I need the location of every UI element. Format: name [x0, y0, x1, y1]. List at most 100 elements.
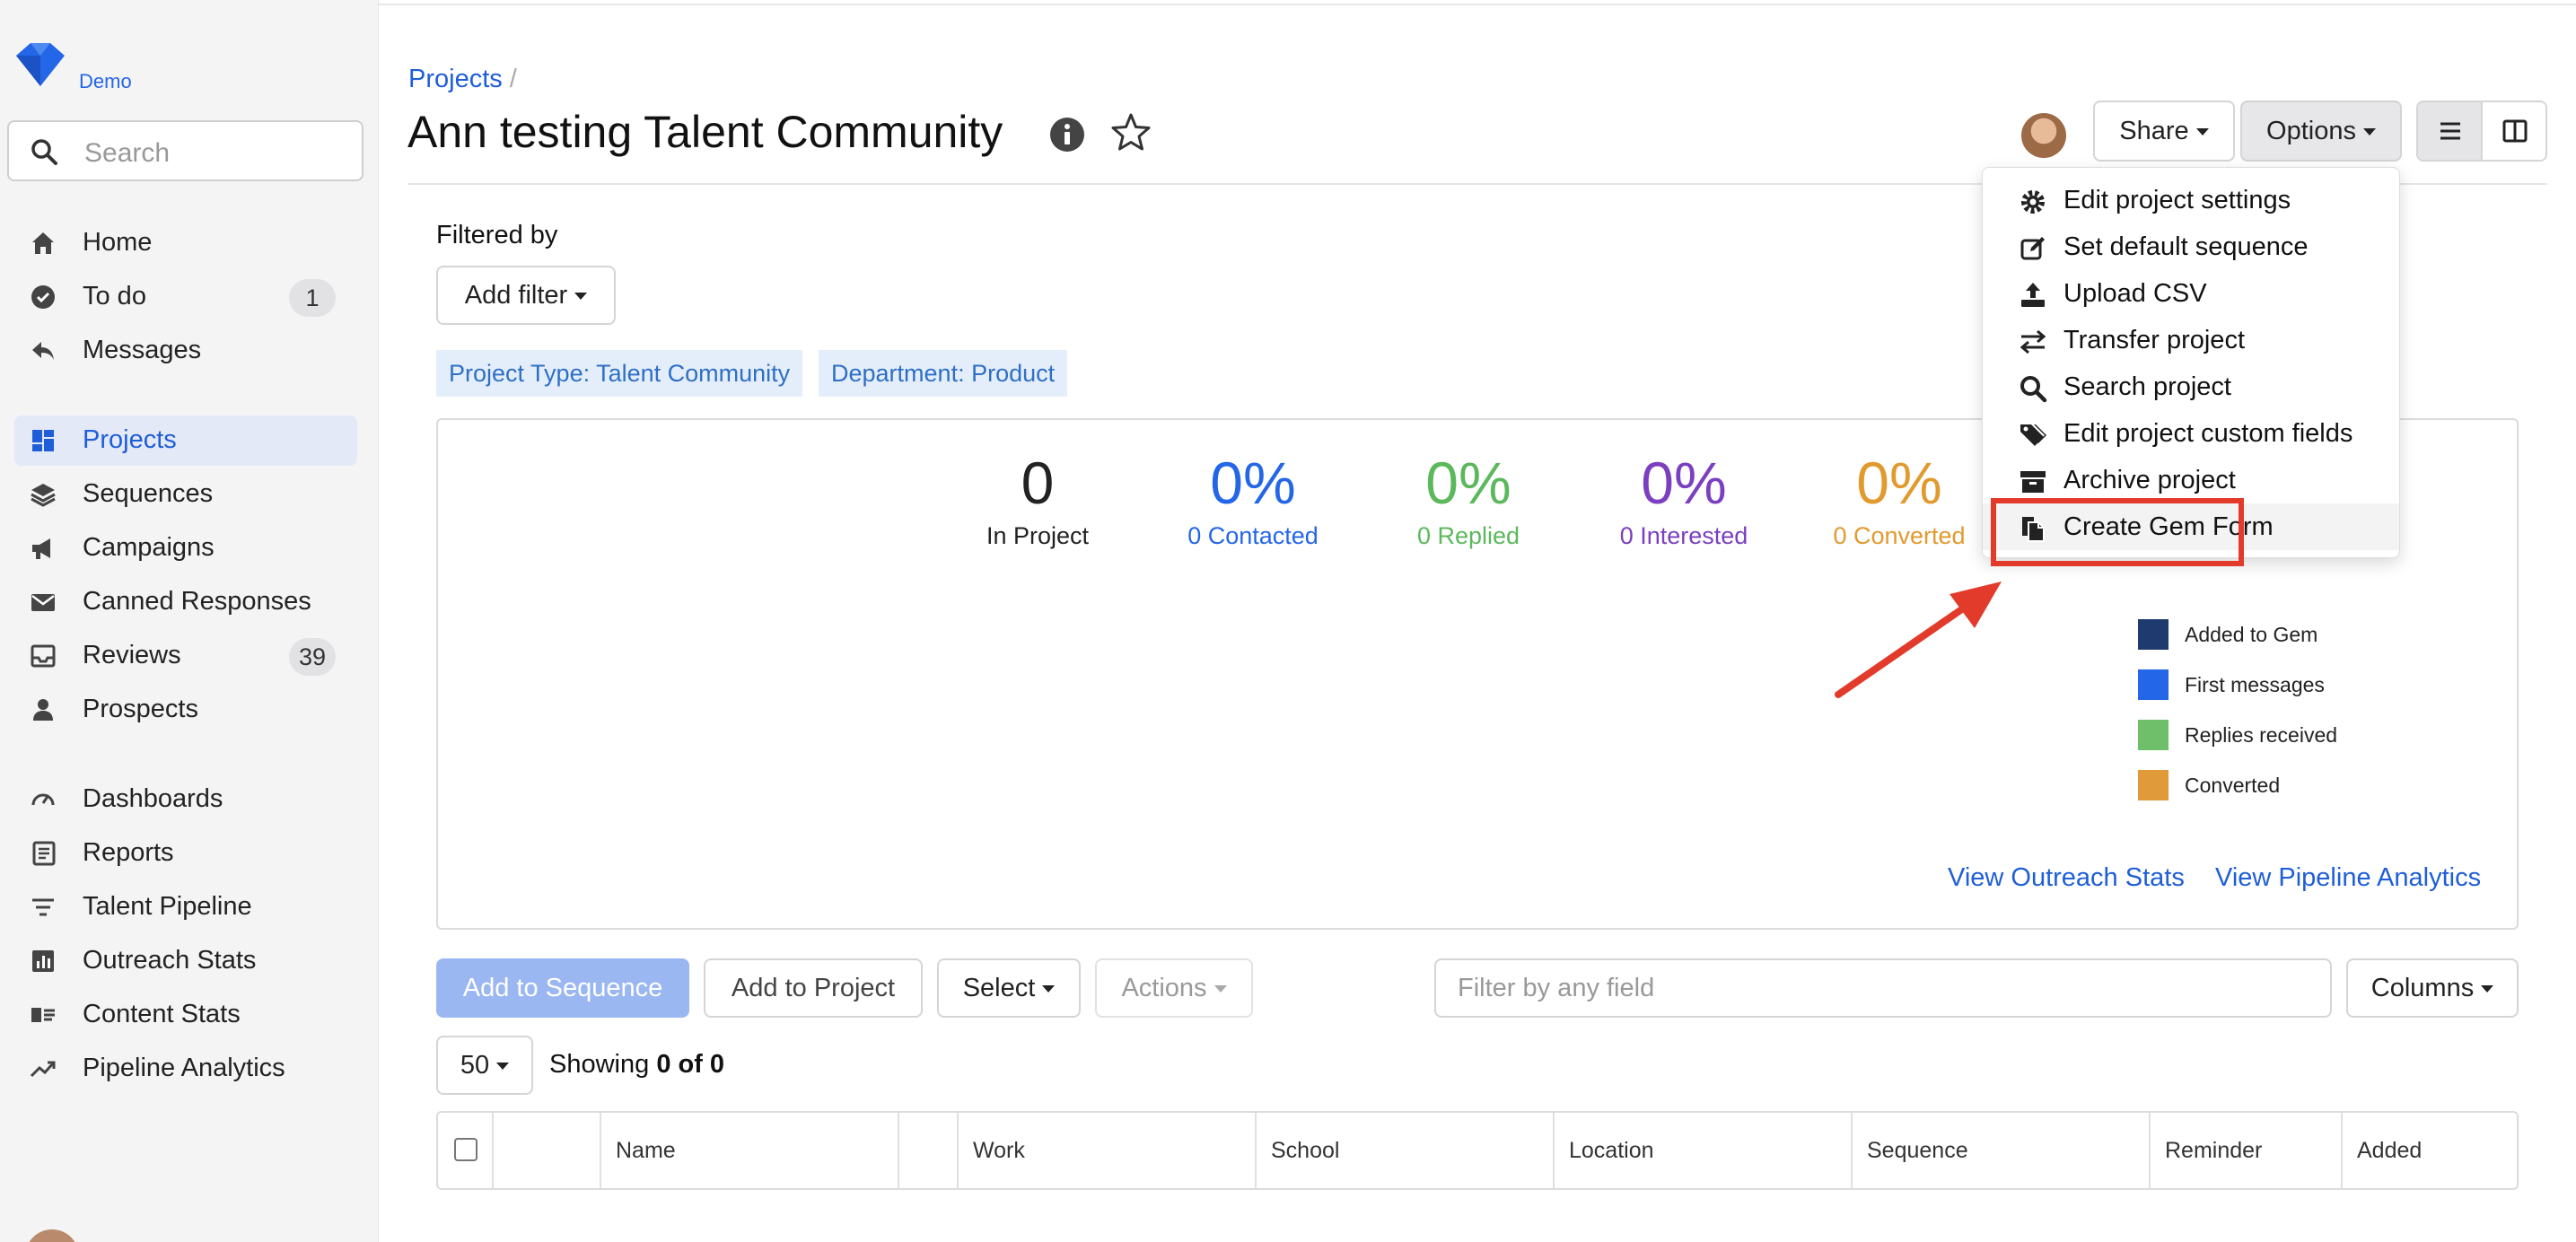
sidebar-item-canned-responses[interactable]: Canned Responses [14, 577, 357, 627]
sidebar: Demo Search Home To do 1 Messages Projec… [0, 0, 379, 1242]
options-button[interactable]: Options [2240, 101, 2402, 162]
breadcrumb-projects-link[interactable]: Projects [408, 65, 503, 93]
view-toggle [2416, 101, 2547, 162]
sidebar-item-outreach-stats[interactable]: Outreach Stats [14, 936, 357, 986]
sidebar-item-label: Reports [83, 838, 174, 867]
sidebar-item-pipeline-analytics[interactable]: Pipeline Analytics [14, 1044, 357, 1094]
sidebar-item-home[interactable]: Home [14, 218, 357, 268]
actions-label: Actions [1121, 974, 1207, 1002]
star-icon[interactable] [1109, 111, 1152, 154]
menu-item-edit-project-settings[interactable]: Edit project settings [1983, 177, 2399, 223]
sidebar-item-label: Messages [83, 336, 202, 364]
column-header-name[interactable]: Name [601, 1113, 899, 1188]
legend-label: Added to Gem [2185, 623, 2318, 646]
sidebar-item-content-stats[interactable]: Content Stats [14, 990, 357, 1040]
stat-replied[interactable]: 0% 0 Replied [1388, 447, 1549, 550]
column-header-reminder[interactable]: Reminder [2151, 1113, 2343, 1188]
showing-range: 0 of 0 [656, 1050, 725, 1079]
menu-item-set-default-sequence[interactable]: Set default sequence [1983, 223, 2399, 270]
menu-item-label: Archive project [2063, 466, 2236, 494]
column-header-work[interactable]: Work [959, 1113, 1257, 1188]
stat-label: 0 Interested [1619, 522, 1748, 549]
filter-tag-department[interactable]: Department: Product [819, 350, 1068, 397]
sidebar-item-projects[interactable]: Projects [14, 415, 357, 466]
funnel-icon [32, 898, 54, 916]
add-filter-button[interactable]: Add filter [436, 266, 616, 325]
archive-icon [2020, 471, 2046, 493]
sidebar-item-reports[interactable]: Reports [14, 828, 357, 879]
columns-button[interactable]: Columns [2346, 958, 2519, 1018]
chevron-down-icon [2195, 128, 2209, 136]
sidebar-item-label: Outreach Stats [83, 946, 257, 975]
sidebar-item-label: Home [83, 228, 153, 257]
stat-value: 0% [1641, 450, 1727, 516]
stat-label: 0 Converted [1833, 522, 1966, 549]
filter-any-field-input[interactable] [1434, 958, 2332, 1018]
actions-button[interactable]: Actions [1095, 958, 1253, 1018]
user-avatar[interactable] [25, 1229, 79, 1242]
breadcrumb-separator: / [509, 65, 517, 93]
gauge-icon [31, 793, 55, 806]
search-icon [2020, 376, 2047, 403]
column-header-sequence[interactable]: Sequence [1853, 1113, 2151, 1188]
page-size-select[interactable]: 50 [436, 1036, 533, 1095]
menu-item-label: Search project [2063, 372, 2231, 401]
org-label[interactable]: Demo [79, 70, 132, 93]
sidebar-item-label: Projects [83, 425, 177, 454]
sidebar-item-label: Prospects [83, 695, 198, 723]
view-outreach-stats-link[interactable]: View Outreach Stats [1948, 863, 2185, 893]
menu-item-transfer-project[interactable]: Transfer project [1983, 317, 2399, 363]
sidebar-item-dashboards[interactable]: Dashboards [14, 774, 357, 825]
filtered-by-label: Filtered by [436, 221, 558, 249]
view-pipeline-analytics-link[interactable]: View Pipeline Analytics [2215, 863, 2481, 893]
sidebar-item-label: Reviews [83, 641, 181, 669]
select-button[interactable]: Select [937, 958, 1081, 1018]
list-view-button[interactable] [2418, 102, 2483, 160]
chevron-down-icon [2481, 985, 2494, 993]
megaphone-icon [32, 538, 50, 559]
project-owner-avatar[interactable] [2021, 113, 2066, 158]
home-icon [32, 232, 54, 254]
menu-item-search-project[interactable]: Search project [1983, 363, 2399, 410]
sidebar-search[interactable]: Search [7, 120, 364, 181]
sidebar-item-messages[interactable]: Messages [14, 326, 357, 376]
sidebar-item-label: Sequences [83, 479, 214, 508]
add-to-sequence-button[interactable]: Add to Sequence [436, 958, 689, 1018]
top-border [0, 0, 2576, 5]
column-header-location[interactable]: Location [1555, 1113, 1853, 1188]
column-header-school[interactable]: School [1257, 1113, 1555, 1188]
sidebar-item-prospects[interactable]: Prospects [14, 685, 357, 735]
sidebar-item-talent-pipeline[interactable]: Talent Pipeline [14, 882, 357, 932]
menu-item-label: Upload CSV [2063, 279, 2207, 308]
gem-diamond-icon[interactable] [13, 41, 68, 88]
stat-value: 0% [1210, 450, 1296, 516]
info-icon[interactable] [1048, 116, 1086, 153]
select-all-checkbox[interactable] [454, 1138, 478, 1161]
stat-interested[interactable]: 0% 0 Interested [1603, 447, 1765, 550]
column-header-added[interactable]: Added [2343, 1113, 2517, 1188]
stat-converted[interactable]: 0% 0 Converted [1818, 447, 1980, 550]
split-view-button[interactable] [2483, 102, 2545, 160]
share-label: Share [2119, 117, 2189, 145]
content-card-icon [31, 1008, 55, 1022]
legend-label: Converted [2185, 774, 2281, 797]
sidebar-item-reviews[interactable]: Reviews 39 [14, 631, 357, 681]
options-label: Options [2266, 117, 2356, 145]
add-to-project-button[interactable]: Add to Project [704, 958, 923, 1018]
split-columns-icon [2502, 119, 2528, 143]
sidebar-item-campaigns[interactable]: Campaigns [14, 523, 357, 573]
grid-icon [32, 430, 54, 451]
filter-tag-project-type[interactable]: Project Type: Talent Community [436, 350, 803, 397]
share-button[interactable]: Share [2093, 101, 2235, 162]
sidebar-item-sequences[interactable]: Sequences [14, 469, 357, 520]
menu-item-archive-project[interactable]: Archive project [1983, 457, 2399, 503]
menu-item-edit-custom-fields[interactable]: Edit project custom fields [1983, 410, 2399, 457]
sidebar-item-label: Talent Pipeline [83, 892, 252, 921]
chevron-down-icon [1042, 985, 1056, 993]
stat-contacted[interactable]: 0% 0 Contacted [1172, 447, 1334, 550]
sidebar-item-todo[interactable]: To do 1 [14, 272, 357, 322]
menu-item-upload-csv[interactable]: Upload CSV [1983, 270, 2399, 317]
annotation-highlight-box [1991, 498, 2244, 566]
chevron-down-icon [2362, 128, 2376, 136]
report-icon [32, 841, 56, 866]
